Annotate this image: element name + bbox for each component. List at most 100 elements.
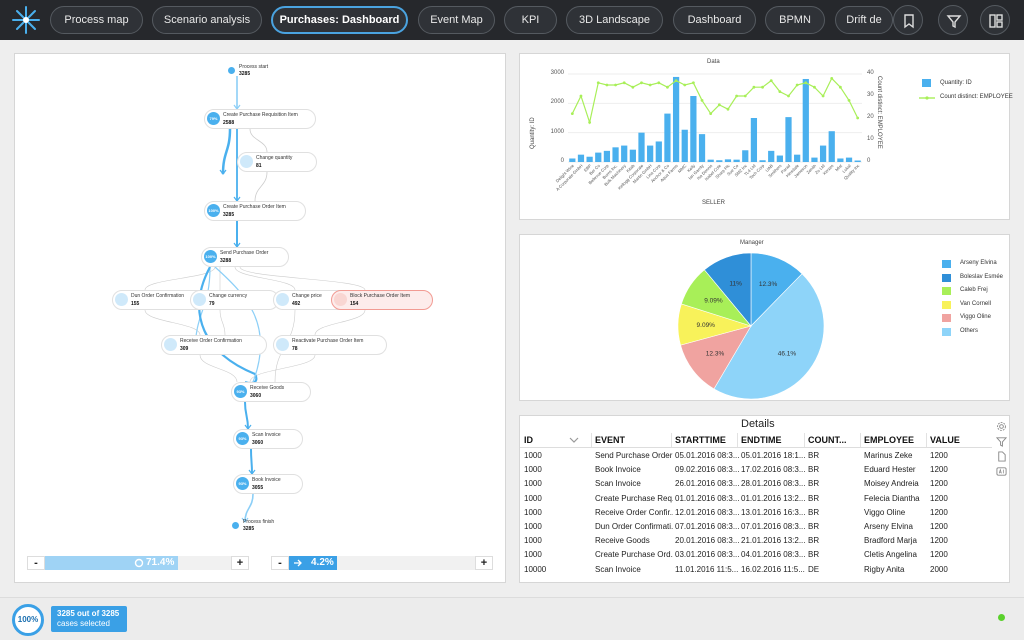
table-header-0[interactable]: ID	[524, 435, 590, 445]
line-point[interactable]	[778, 90, 782, 93]
tab-event-map[interactable]: Event Map	[418, 6, 495, 34]
line-point[interactable]	[691, 81, 695, 85]
line-point[interactable]	[847, 99, 851, 102]
pie-legend-item[interactable]: Arseny Elvina	[960, 260, 997, 266]
tab-scenario-analysis[interactable]: Scenario analysis	[152, 6, 262, 34]
tab-bpmn[interactable]: BPMN	[765, 6, 825, 34]
line-point[interactable]	[717, 103, 721, 107]
bar[interactable]	[681, 129, 688, 162]
table-header-5[interactable]: EMPLOYEE	[864, 435, 928, 445]
line-point[interactable]	[769, 79, 773, 82]
column-divider[interactable]	[804, 433, 805, 447]
line-point[interactable]	[787, 94, 790, 98]
bar-chart[interactable]: Delight WineA Corporate GmbH EBPBer CoBel…	[520, 54, 1011, 221]
bar[interactable]	[647, 145, 654, 162]
chevron-down-icon[interactable]	[569, 436, 579, 444]
bar[interactable]	[759, 160, 766, 162]
line-point[interactable]	[804, 81, 808, 85]
settings-icon[interactable]	[996, 421, 1007, 432]
column-divider[interactable]	[591, 433, 592, 447]
line-point[interactable]	[605, 83, 609, 87]
line-point[interactable]	[640, 81, 643, 85]
bar[interactable]	[802, 78, 809, 162]
paths-slider-plus-button[interactable]: +	[475, 556, 493, 570]
column-divider[interactable]	[926, 433, 927, 447]
bar[interactable]	[586, 156, 593, 162]
tab-3d-landscape[interactable]: 3D Landscape	[566, 6, 663, 34]
bar[interactable]	[811, 157, 818, 162]
bar[interactable]	[794, 154, 801, 162]
selection-percent-indicator[interactable]: 100%	[12, 604, 44, 636]
bar[interactable]	[603, 150, 611, 162]
line-point[interactable]	[856, 116, 860, 120]
process-edge[interactable]	[250, 448, 253, 475]
pie-legend-item[interactable]: Boleslav Esmée	[960, 274, 1003, 280]
tab-process-map[interactable]: Process map	[50, 6, 143, 34]
line-point[interactable]	[761, 85, 764, 89]
line-point[interactable]	[666, 85, 669, 89]
bar[interactable]	[819, 145, 827, 162]
activities-slider-plus-button[interactable]: +	[231, 556, 249, 570]
process-edge[interactable]	[239, 266, 366, 291]
tab-dashboard[interactable]: Dashboard	[673, 6, 756, 34]
bar[interactable]	[768, 150, 775, 162]
pie-legend-item[interactable]: Van Cornell	[960, 301, 991, 307]
line-point[interactable]	[752, 85, 756, 89]
line-point[interactable]	[622, 81, 626, 85]
legend-item-employee[interactable]: Count distinct: EMPLOYEE	[940, 94, 1013, 100]
bar[interactable]	[733, 159, 740, 162]
pie-legend-item[interactable]: Others	[960, 328, 978, 334]
app-logo-icon[interactable]	[10, 5, 42, 35]
bar[interactable]	[629, 149, 636, 162]
bar[interactable]	[845, 157, 853, 162]
process-edge[interactable]	[199, 354, 238, 383]
line-point[interactable]	[631, 85, 635, 89]
line-point[interactable]	[570, 112, 574, 115]
bar[interactable]	[742, 150, 749, 162]
table-header-2[interactable]: STARTTIME	[675, 435, 739, 445]
line-point[interactable]	[838, 85, 842, 89]
bookmark-button[interactable]	[893, 5, 923, 35]
bar[interactable]	[854, 160, 861, 162]
line-point[interactable]	[648, 83, 652, 87]
table-header-1[interactable]: EVENT	[595, 435, 673, 445]
bar[interactable]	[690, 96, 697, 162]
process-edge[interactable]	[198, 266, 258, 385]
bar[interactable]	[707, 159, 714, 162]
bar[interactable]	[569, 158, 576, 162]
activities-slider-minus-button[interactable]: -	[27, 556, 45, 570]
column-divider[interactable]	[737, 433, 738, 447]
line-point[interactable]	[735, 94, 739, 98]
line-point[interactable]	[726, 107, 730, 111]
line-point[interactable]	[588, 121, 592, 124]
layout-button[interactable]	[980, 5, 1010, 35]
tab-purchases-dashboard[interactable]: Purchases: Dashboard	[271, 6, 408, 34]
bar[interactable]	[621, 145, 628, 162]
process-edge[interactable]	[221, 128, 232, 175]
column-divider[interactable]	[860, 433, 861, 447]
start-node-icon[interactable]	[228, 67, 235, 74]
end-node-icon[interactable]	[232, 522, 239, 529]
process-edge[interactable]	[144, 309, 201, 336]
line-point[interactable]	[743, 94, 747, 98]
bar[interactable]	[828, 131, 835, 162]
table-header-6[interactable]: VALUE	[930, 435, 970, 445]
bar[interactable]	[837, 158, 844, 162]
bar[interactable]	[655, 141, 662, 162]
process-edge[interactable]	[254, 171, 268, 202]
line-point[interactable]	[596, 81, 600, 85]
process-edge[interactable]	[219, 309, 226, 336]
bar[interactable]	[664, 113, 671, 162]
line-point[interactable]	[657, 81, 661, 85]
bar[interactable]	[577, 154, 585, 162]
line-point[interactable]	[795, 83, 799, 87]
line-point[interactable]	[709, 112, 713, 115]
bar[interactable]	[785, 117, 792, 162]
bar[interactable]	[595, 152, 602, 162]
line-point[interactable]	[674, 79, 678, 82]
cases-selected-box[interactable]: 3285 out of 3285 cases selected	[51, 606, 127, 632]
line-point[interactable]	[614, 83, 617, 87]
column-divider[interactable]	[671, 433, 672, 447]
process-edge[interactable]	[244, 493, 254, 523]
bar[interactable]	[750, 118, 758, 162]
